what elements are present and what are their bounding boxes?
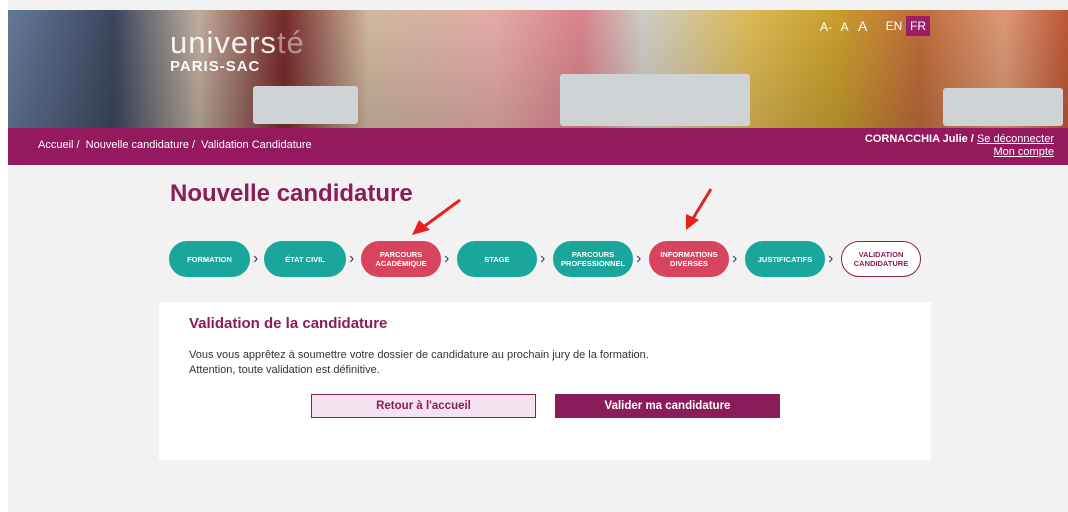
laptop-image	[253, 86, 358, 124]
lang-en-button[interactable]: EN	[884, 16, 904, 36]
step-formation[interactable]: FORMATION	[169, 241, 250, 277]
step-justificatifs[interactable]: JUSTIFICATIFS	[745, 241, 825, 277]
card-message: Vous vous apprêtez à soumettre votre dos…	[189, 349, 649, 376]
lang-fr-button[interactable]: FR	[906, 16, 930, 36]
header-banner: universté PARIS-SAC A- A A EN FR	[8, 10, 1068, 128]
chevron-right-icon: ›	[636, 250, 642, 267]
step-etat-civil[interactable]: ÉTAT CIVIL	[264, 241, 346, 277]
validate-application-button[interactable]: Valider ma candidature	[555, 394, 780, 418]
chevron-right-icon: ›	[253, 250, 259, 267]
page-title: Nouvelle candidature	[170, 180, 413, 207]
laptop-image	[943, 88, 1063, 126]
card-heading: Validation de la candidature	[189, 315, 388, 332]
top-nav-bar: Accueil / Nouvelle candidature / Validat…	[8, 128, 1068, 165]
university-logo[interactable]: universté PARIS-SAC	[170, 27, 305, 75]
page-background: universté PARIS-SAC A- A A EN FR Accueil…	[8, 0, 1068, 512]
user-name: CORNACCHIA Julie /	[864, 133, 974, 145]
breadcrumb-home-link[interactable]: Accueil /	[38, 139, 80, 151]
step-parcours-professionnel[interactable]: PARCOURS PROFESSIONNEL	[553, 241, 633, 277]
breadcrumb: Accueil / Nouvelle candidature / Validat…	[38, 139, 315, 151]
font-decrease-button[interactable]: A-	[820, 20, 832, 34]
breadcrumb-current: Validation Candidature	[201, 139, 312, 151]
chevron-right-icon: ›	[732, 250, 738, 267]
laptop-image	[560, 74, 750, 126]
step-validation-candidature[interactable]: VALIDATION CANDIDATURE	[841, 241, 921, 277]
font-default-button[interactable]: A	[841, 20, 849, 34]
back-home-button[interactable]: Retour à l'accueil	[311, 394, 536, 418]
font-size-controls: A- A A	[820, 18, 873, 34]
chevron-right-icon: ›	[444, 250, 450, 267]
annotation-arrow-icon	[686, 188, 713, 230]
logout-link[interactable]: Se déconnecter	[977, 133, 1054, 145]
chevron-right-icon: ›	[540, 250, 546, 267]
validation-card: Validation de la candidature Vous vous a…	[159, 302, 931, 460]
step-stage[interactable]: STAGE	[457, 241, 537, 277]
chevron-right-icon: ›	[828, 250, 834, 267]
account-link[interactable]: Mon compte	[993, 146, 1054, 158]
step-parcours-academique[interactable]: PARCOURS ACADÉMIQUE	[361, 241, 441, 277]
user-panel: CORNACCHIA Julie / Se déconnecter Mon co…	[865, 133, 1054, 159]
breadcrumb-new-application-link[interactable]: Nouvelle candidature /	[86, 139, 195, 151]
annotation-arrow-icon	[412, 198, 461, 235]
font-increase-button[interactable]: A	[858, 18, 867, 34]
step-informations-diverses[interactable]: INFORMATIONS DIVERSES	[649, 241, 729, 277]
chevron-right-icon: ›	[349, 250, 355, 267]
